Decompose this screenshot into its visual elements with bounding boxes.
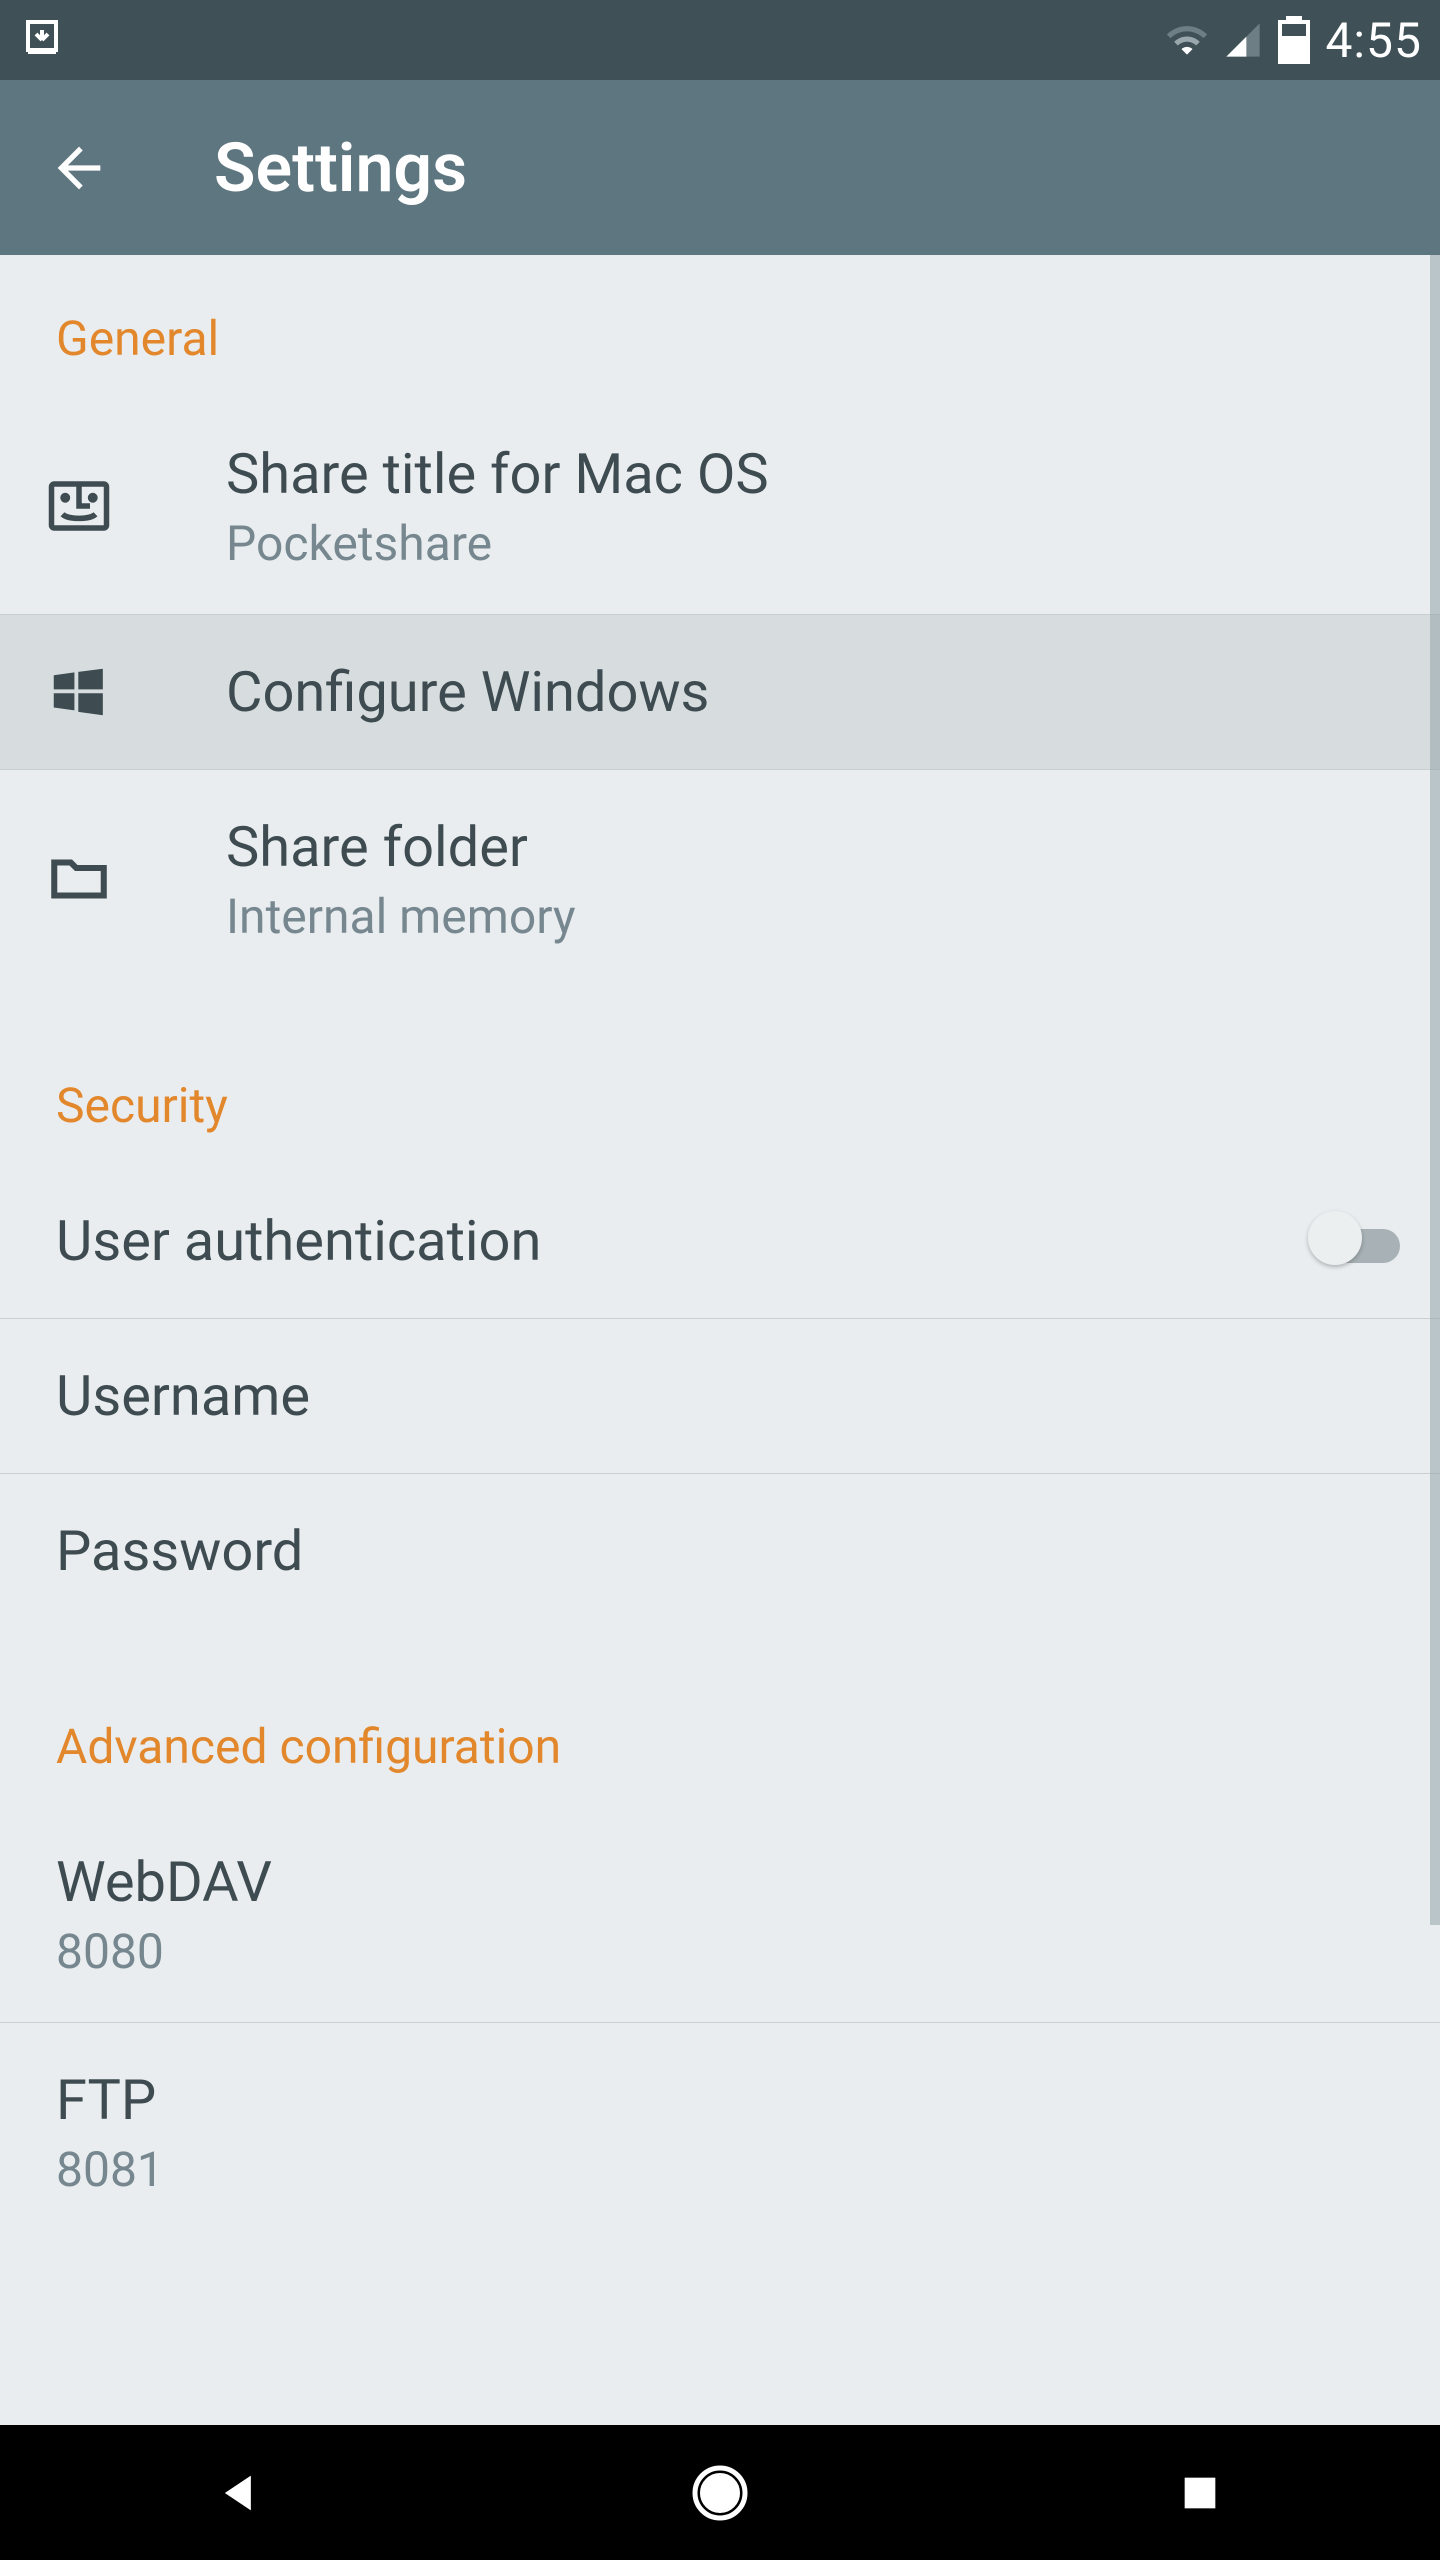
download-icon xyxy=(18,16,66,64)
item-password[interactable]: Password xyxy=(0,1474,1440,1628)
item-user-authentication[interactable]: User authentication xyxy=(0,1164,1440,1318)
item-subtitle: 8080 xyxy=(56,1923,1400,1980)
item-configure-windows[interactable]: Configure Windows xyxy=(0,614,1440,770)
item-ftp[interactable]: FTP 8081 xyxy=(0,2023,1440,2198)
section-header-security: Security xyxy=(0,987,1440,1164)
settings-list: General Share title for Mac OS Pocketsha… xyxy=(0,255,1440,2425)
item-title: User authentication xyxy=(56,1206,1280,1276)
windows-icon xyxy=(46,661,226,723)
nav-back-button[interactable] xyxy=(160,2425,320,2560)
item-title: Username xyxy=(56,1361,1400,1431)
app-bar: Settings xyxy=(0,80,1440,255)
mac-finder-icon xyxy=(46,473,226,539)
item-share-folder[interactable]: Share folder Internal memory xyxy=(0,770,1440,987)
scroll-indicator xyxy=(1430,255,1440,1925)
item-subtitle: Pocketshare xyxy=(226,515,1400,572)
folder-icon xyxy=(46,846,226,912)
item-title: Share title for Mac OS xyxy=(226,439,1400,509)
back-button[interactable] xyxy=(24,113,134,223)
item-webdav[interactable]: WebDAV 8080 xyxy=(0,1805,1440,2022)
wifi-icon xyxy=(1165,18,1209,62)
nav-recent-button[interactable] xyxy=(1120,2425,1280,2560)
section-header-advanced: Advanced configuration xyxy=(0,1628,1440,1805)
status-bar: 4:55 xyxy=(0,0,1440,80)
item-subtitle: Internal memory xyxy=(226,888,1400,945)
user-auth-toggle[interactable] xyxy=(1280,1221,1400,1261)
battery-icon xyxy=(1277,16,1311,64)
item-subtitle: 8081 xyxy=(56,2141,1400,2198)
navigation-bar xyxy=(0,2425,1440,2560)
item-title: FTP xyxy=(56,2065,1400,2135)
item-title: WebDAV xyxy=(56,1847,1400,1917)
item-title: Configure Windows xyxy=(226,657,1400,727)
section-header-general: General xyxy=(0,255,1440,397)
status-time: 4:55 xyxy=(1325,12,1422,69)
item-title: Share folder xyxy=(226,812,1400,882)
item-username[interactable]: Username xyxy=(0,1319,1440,1473)
item-title: Password xyxy=(56,1516,1400,1586)
page-title: Settings xyxy=(214,128,467,208)
nav-home-button[interactable] xyxy=(640,2425,800,2560)
signal-icon xyxy=(1223,20,1263,60)
item-share-title-macos[interactable]: Share title for Mac OS Pocketshare xyxy=(0,397,1440,614)
screen: 4:55 Settings General Share title for Ma… xyxy=(0,0,1440,2560)
